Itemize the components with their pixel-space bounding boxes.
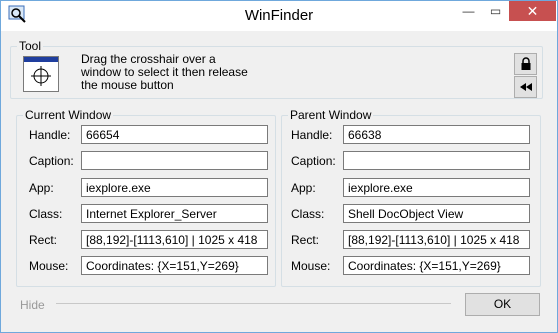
parent-handle-label: Handle: (291, 128, 333, 142)
current-class-label: Class: (29, 207, 63, 221)
parent-mouse-field[interactable]: Coordinates: {X=151,Y=269} (343, 256, 530, 275)
hide-link[interactable]: Hide (20, 298, 45, 312)
parent-caption-field[interactable] (343, 151, 530, 170)
parent-handle-field[interactable]: 66638 (343, 125, 530, 144)
current-app-field[interactable]: iexplore.exe (81, 178, 268, 197)
instruction-line-3: the mouse button (81, 78, 174, 92)
current-handle-label: Handle: (29, 128, 71, 142)
current-app-label: App: (29, 181, 54, 195)
lock-icon (521, 57, 530, 70)
crosshair-drag-handle[interactable] (23, 56, 59, 92)
current-handle-field[interactable]: 66654 (81, 125, 268, 144)
current-mouse-field[interactable]: Coordinates: {X=151,Y=269} (81, 256, 268, 275)
parent-mouse-label: Mouse: (291, 259, 331, 273)
current-caption-field[interactable] (81, 151, 268, 170)
current-class-field[interactable]: Internet Explorer_Server (81, 204, 268, 223)
parent-app-field[interactable]: iexplore.exe (343, 178, 530, 197)
current-caption-label: Caption: (29, 154, 74, 168)
maximize-button[interactable]: ▭ (482, 1, 509, 21)
current-mouse-label: Mouse: (29, 259, 69, 273)
parent-class-field[interactable]: Shell DocObject View (343, 204, 530, 223)
parent-app-label: App: (291, 181, 316, 195)
parent-class-label: Class: (291, 207, 325, 221)
lock-button[interactable] (514, 53, 537, 75)
title-bar[interactable]: WinFinder — ▭ ✕ (1, 1, 557, 31)
rewind-icon (519, 83, 532, 91)
winfinder-window: WinFinder — ▭ ✕ Tool Drag the crosshair … (0, 0, 558, 333)
parent-rect-field[interactable]: [88,192]-[1113,610] | 1025 x 418 (343, 230, 530, 249)
crosshair-icon (31, 66, 51, 86)
close-button[interactable]: ✕ (509, 1, 556, 21)
collapse-button[interactable] (514, 76, 537, 98)
parent-rect-label: Rect: (291, 233, 320, 247)
tool-legend: Tool (19, 39, 42, 53)
footer-separator (56, 303, 451, 304)
current-rect-label: Rect: (29, 233, 58, 247)
current-window-legend: Current Window (25, 108, 112, 122)
parent-window-legend: Parent Window (290, 108, 372, 122)
minimize-button[interactable]: — (455, 1, 482, 21)
current-rect-field[interactable]: [88,192]-[1113,610] | 1025 x 418 (81, 230, 268, 249)
ok-button[interactable]: OK (465, 293, 540, 316)
parent-caption-label: Caption: (291, 154, 336, 168)
tool-instructions: Drag the crosshair over a window to sele… (81, 53, 281, 92)
